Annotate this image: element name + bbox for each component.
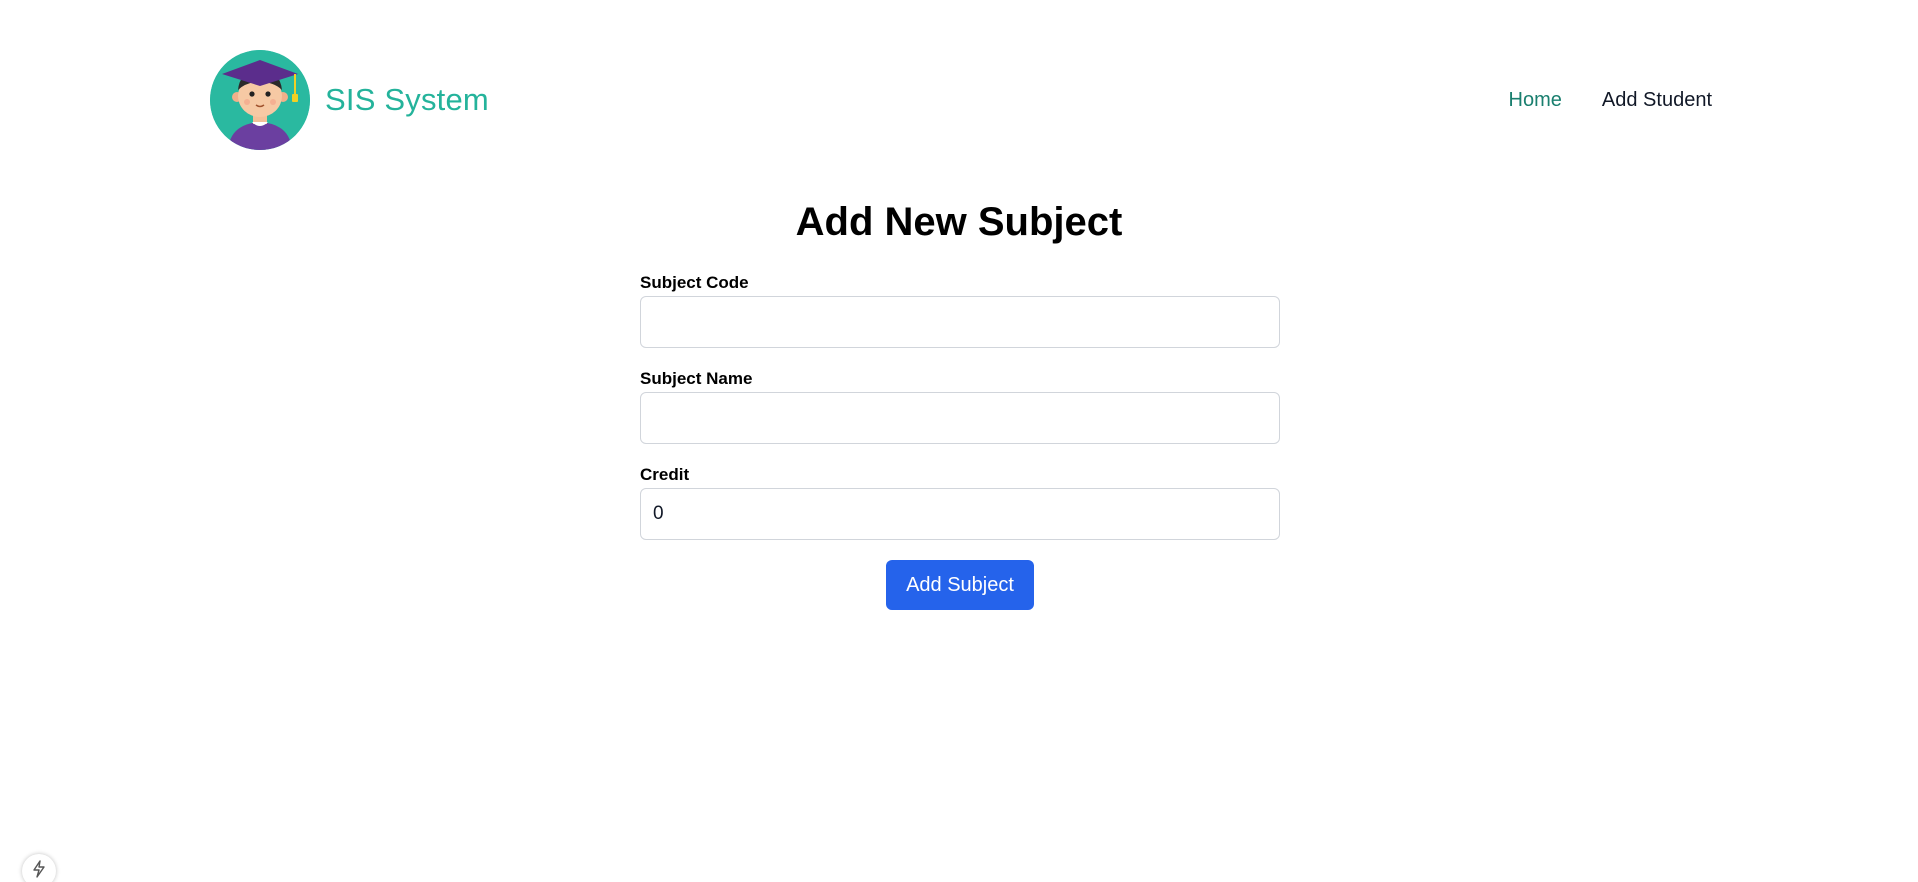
add-subject-form: Subject Code Subject Name Credit Add Sub…: [640, 272, 1280, 610]
nav-home-link[interactable]: Home: [1509, 89, 1562, 112]
credit-input[interactable]: [640, 488, 1280, 540]
subject-name-input[interactable]: [640, 392, 1280, 444]
form-actions: Add Subject: [640, 560, 1280, 610]
credit-label: Credit: [640, 465, 690, 484]
lightning-icon: [31, 860, 47, 882]
header: SIS System Home Add Student: [210, 48, 1712, 152]
subject-code-group: Subject Code: [640, 272, 1280, 348]
brand-name: SIS System: [325, 82, 489, 117]
brand-link[interactable]: SIS System: [210, 50, 489, 150]
subject-code-input[interactable]: [640, 296, 1280, 348]
main-nav: Home Add Student: [1509, 89, 1712, 112]
credit-group: Credit: [640, 464, 1280, 540]
add-subject-button[interactable]: Add Subject: [886, 560, 1034, 610]
page-title: Add New Subject: [795, 200, 1123, 244]
subject-name-label: Subject Name: [640, 369, 753, 388]
dev-tools-button[interactable]: [22, 854, 56, 882]
graduate-avatar-icon: [210, 50, 310, 150]
page: SIS System Home Add Student Add New Subj…: [0, 0, 1918, 882]
subject-name-group: Subject Name: [640, 368, 1280, 444]
nav-add-student-link[interactable]: Add Student: [1602, 89, 1712, 112]
subject-code-label: Subject Code: [640, 273, 749, 292]
